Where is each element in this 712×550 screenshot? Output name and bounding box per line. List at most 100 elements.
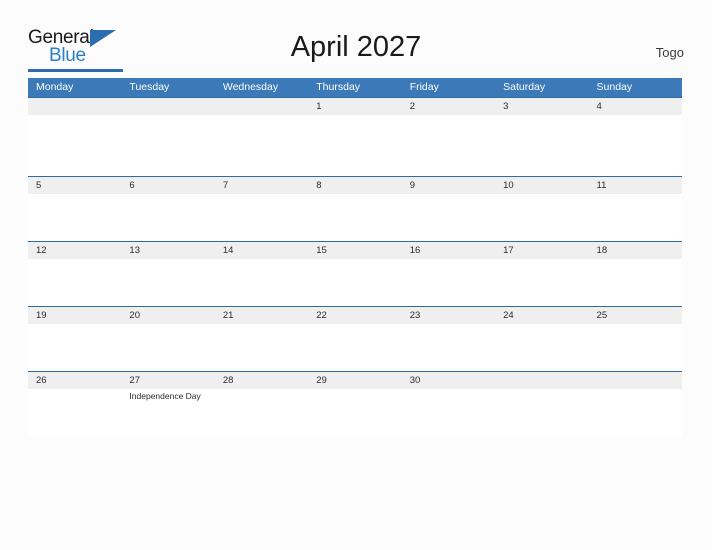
week-events-band <box>28 194 682 241</box>
day-number-8[interactable]: 8 <box>308 177 401 194</box>
day-events-cell <box>308 259 401 306</box>
day-events-cell <box>28 115 121 176</box>
day-number-4[interactable]: 4 <box>589 98 682 115</box>
day-events-cell <box>402 115 495 176</box>
day-number-6[interactable]: 6 <box>121 177 214 194</box>
day-number-22[interactable]: 22 <box>308 307 401 324</box>
day-number-12[interactable]: 12 <box>28 242 121 259</box>
day-events-cell <box>121 115 214 176</box>
day-events-cell <box>402 194 495 241</box>
calendar-week-row: 1234 <box>28 97 682 176</box>
calendar-week-row: 19 20 21 22 23 24 25 <box>28 306 682 371</box>
day-number-13[interactable]: 13 <box>121 242 214 259</box>
weekday-header-sunday: Sunday <box>596 81 633 93</box>
day-number-29[interactable]: 29 <box>308 372 401 389</box>
day-number-empty <box>589 372 682 389</box>
day-events-cell <box>308 389 401 436</box>
day-events-cell <box>121 194 214 241</box>
calendar-week-row: 5 6 7 8 9 10 11 <box>28 176 682 241</box>
day-number-19[interactable]: 19 <box>28 307 121 324</box>
page-header: General Blue April 2027 Togo <box>0 0 712 76</box>
day-number-30[interactable]: 30 <box>402 372 495 389</box>
week-dates-band: 1234 <box>28 98 682 115</box>
day-number-17[interactable]: 17 <box>495 242 588 259</box>
calendar-page: General Blue April 2027 Togo Monday Tuesd… <box>0 0 712 550</box>
calendar-weeks: 1 2 3 4 5 6 7 8 9 10 11 12 13 14 15 16 17 18 19 20 21 22 23 24 2… <box>28 97 682 436</box>
day-events-cell <box>402 324 495 371</box>
weekday-header-monday: Monday <box>36 81 74 93</box>
day-number-25[interactable]: 25 <box>589 307 682 324</box>
day-events-cell <box>402 389 495 436</box>
week-events-band <box>28 324 682 371</box>
week-dates-band: 5 6 7 8 9 10 11 <box>28 177 682 194</box>
brand-underline <box>28 69 123 72</box>
day-events-cell <box>495 194 588 241</box>
day-number-2[interactable]: 2 <box>402 98 495 115</box>
page-title: April 2027 <box>290 31 422 63</box>
day-number-5[interactable]: 5 <box>28 177 121 194</box>
day-events-cell: Independence Day <box>121 389 214 436</box>
day-events-cell <box>589 324 682 371</box>
calendar-week-row: 26 27 28 29 30 Independence Day <box>28 371 682 436</box>
day-number-empty <box>28 98 121 115</box>
weekday-header-row: Monday Tuesday Wednesday Thursday Friday Satu… <box>28 78 682 97</box>
weekday-header-tuesday: Tuesday <box>129 81 170 93</box>
day-events-cell <box>589 115 682 176</box>
day-events-cell <box>215 194 308 241</box>
day-events-cell <box>308 194 401 241</box>
day-number-11[interactable]: 11 <box>589 177 682 194</box>
day-number-10[interactable]: 10 <box>495 177 588 194</box>
day-events-cell <box>121 324 214 371</box>
day-number-24[interactable]: 24 <box>495 307 588 324</box>
day-number-23[interactable]: 23 <box>402 307 495 324</box>
weekday-header-thursday: Thursday <box>316 81 361 93</box>
day-events-cell <box>402 259 495 306</box>
day-number-18[interactable]: 18 <box>589 242 682 259</box>
weekday-header-friday: Friday <box>409 81 439 93</box>
day-events-cell <box>495 324 588 371</box>
day-number-7[interactable]: 7 <box>215 177 308 194</box>
day-events-cell <box>28 259 121 306</box>
calendar-grid: Monday Tuesday Wednesday Thursday Friday Satu… <box>28 78 682 436</box>
day-number-empty <box>215 98 308 115</box>
day-number-27[interactable]: 27 <box>121 372 214 389</box>
day-events-cell <box>215 389 308 436</box>
day-events-cell <box>495 115 588 176</box>
week-events-band: Independence Day <box>28 389 682 436</box>
day-events-cell <box>589 194 682 241</box>
day-events-cell <box>215 259 308 306</box>
day-events-cell <box>589 259 682 306</box>
week-dates-band: 26 27 28 29 30 <box>28 372 682 389</box>
day-number-28[interactable]: 28 <box>215 372 308 389</box>
day-number-15[interactable]: 15 <box>308 242 401 259</box>
day-number-empty <box>495 372 588 389</box>
day-number-empty <box>121 98 214 115</box>
day-events-cell <box>121 259 214 306</box>
day-events-cell <box>495 259 588 306</box>
day-number-16[interactable]: 16 <box>402 242 495 259</box>
day-number-21[interactable]: 21 <box>215 307 308 324</box>
day-number-26[interactable]: 26 <box>28 372 121 389</box>
day-events-cell <box>589 389 682 436</box>
day-events-cell <box>308 115 401 176</box>
week-dates-band: 12 13 14 15 16 17 18 <box>28 242 682 259</box>
weekday-header-wednesday: Wednesday <box>222 81 279 93</box>
week-events-band <box>28 115 682 176</box>
calendar-week-row: 12 13 14 15 16 17 18 <box>28 241 682 306</box>
calendar-event[interactable]: Independence Day <box>129 391 214 402</box>
region-label: Togo <box>655 45 684 60</box>
day-number-3[interactable]: 3 <box>495 98 588 115</box>
day-number-1[interactable]: 1 <box>308 98 401 115</box>
week-dates-band: 19 20 21 22 23 24 25 <box>28 307 682 324</box>
day-events-cell <box>28 389 121 436</box>
day-number-20[interactable]: 20 <box>121 307 214 324</box>
day-number-14[interactable]: 14 <box>215 242 308 259</box>
day-number-9[interactable]: 9 <box>402 177 495 194</box>
day-events-cell <box>215 324 308 371</box>
week-events-band <box>28 259 682 306</box>
day-events-cell <box>308 324 401 371</box>
day-events-cell <box>28 194 121 241</box>
day-events-cell <box>215 115 308 176</box>
weekday-header-saturday: Saturday <box>503 81 546 93</box>
day-events-cell <box>495 389 588 436</box>
